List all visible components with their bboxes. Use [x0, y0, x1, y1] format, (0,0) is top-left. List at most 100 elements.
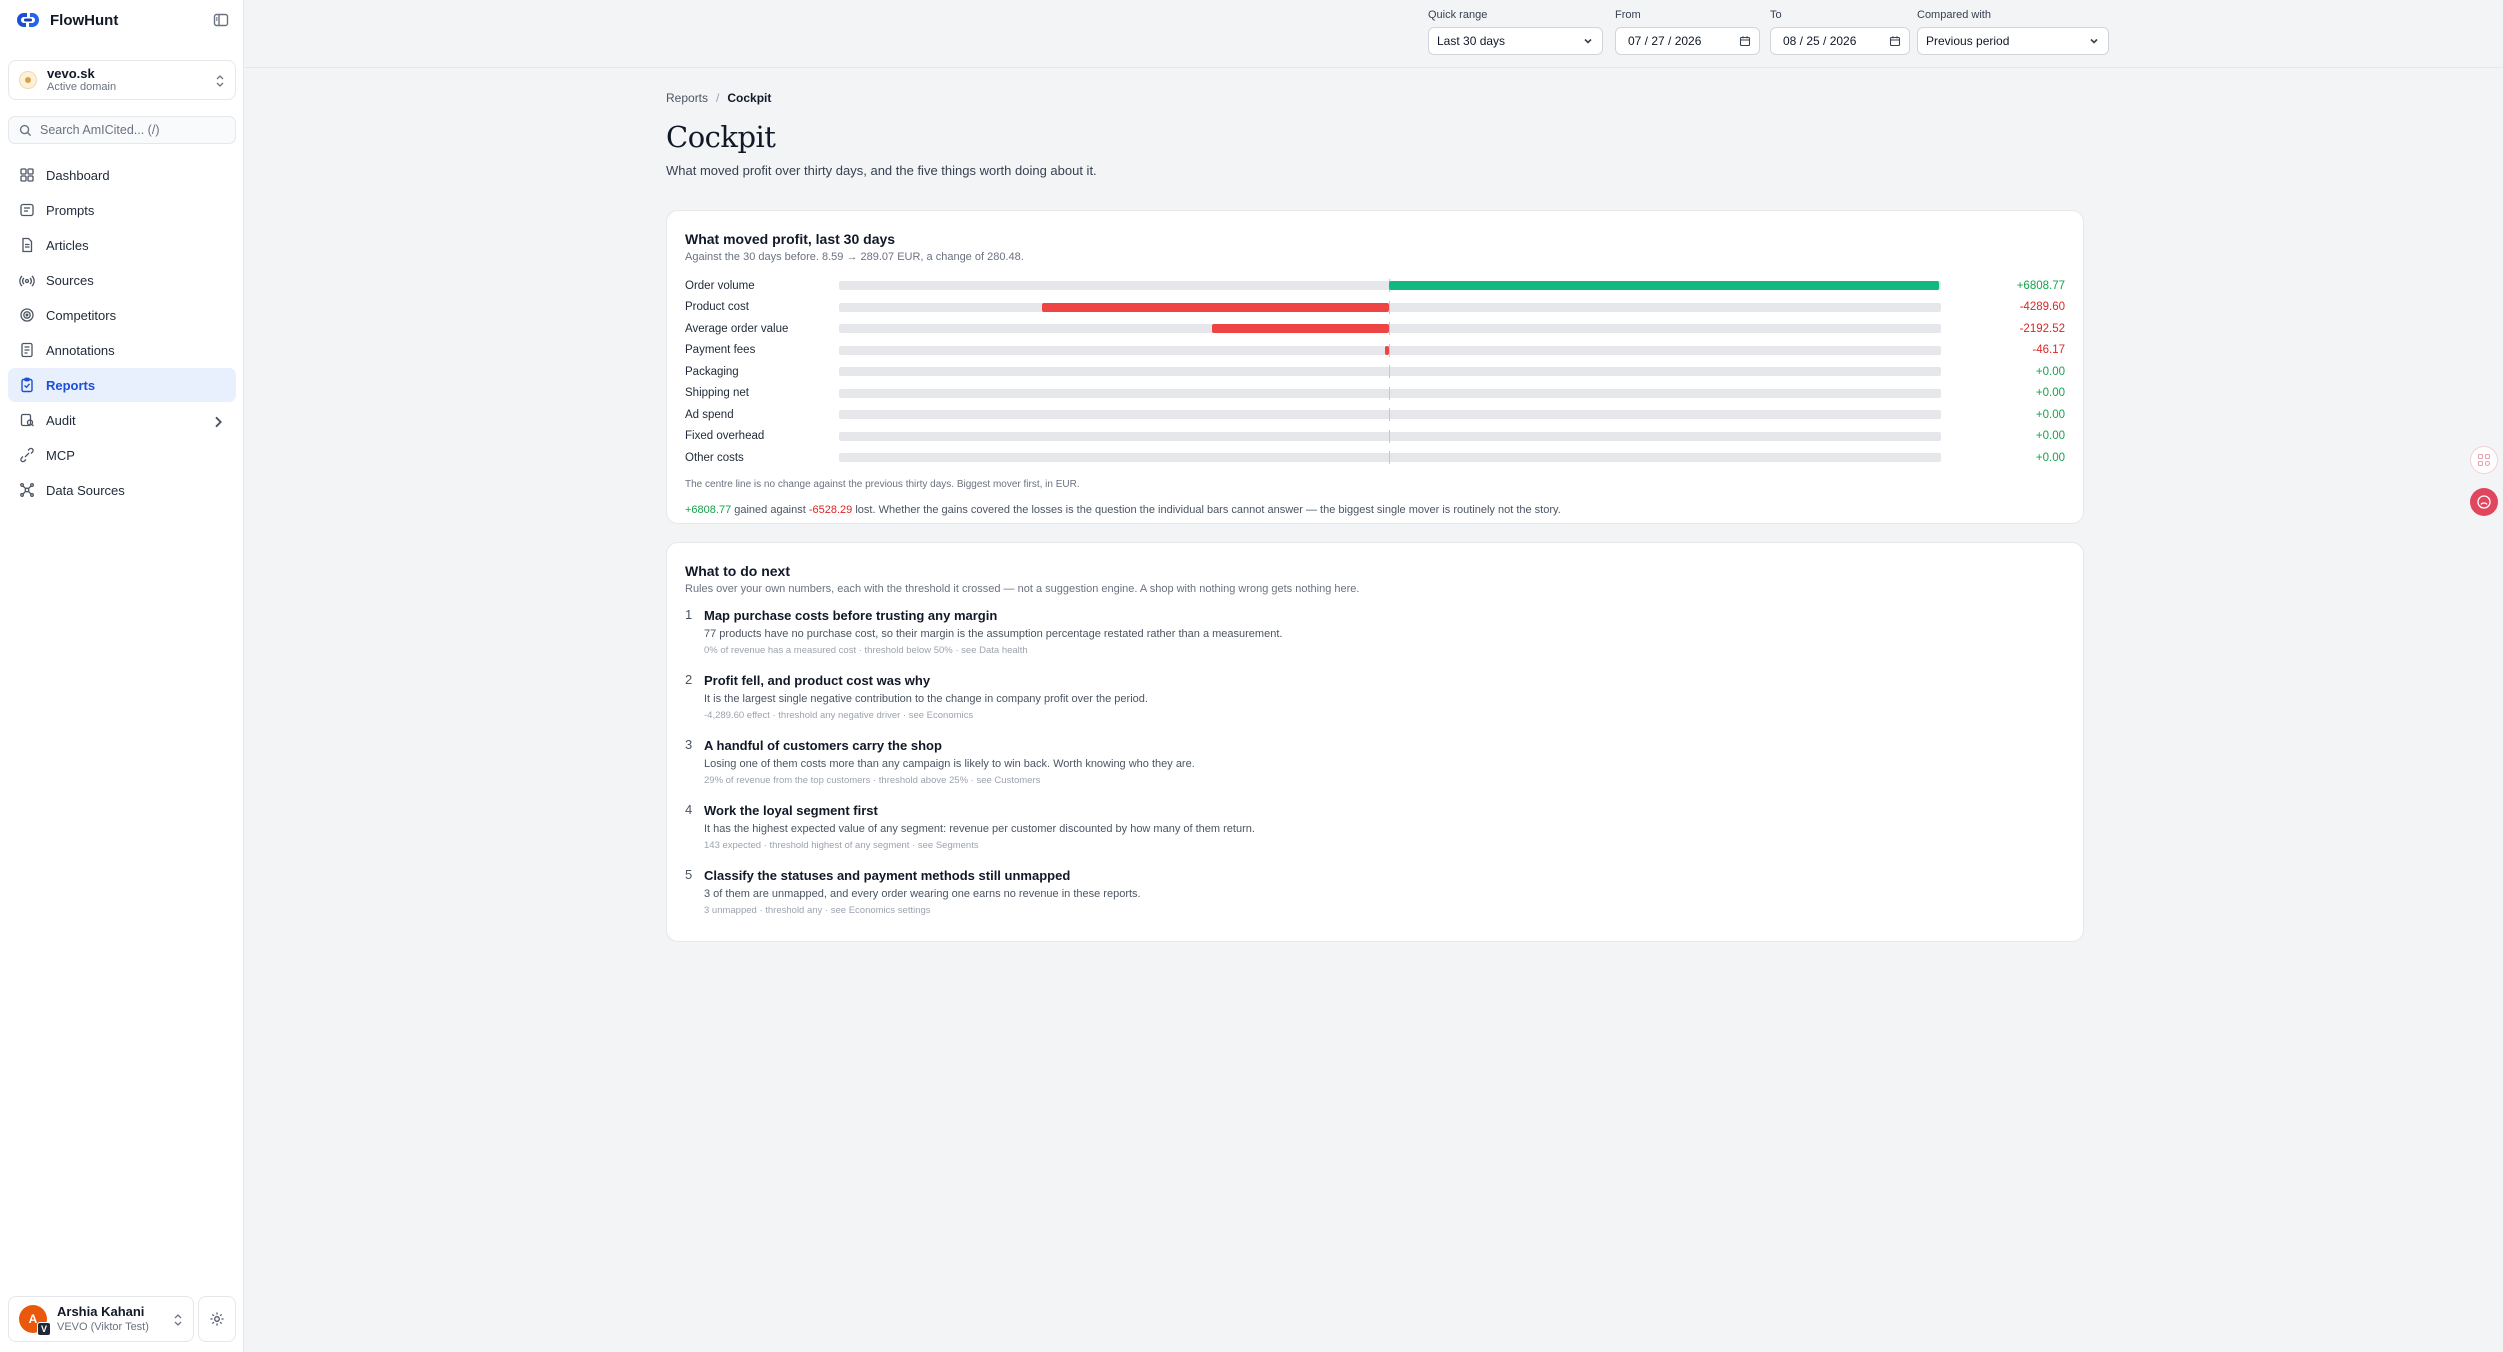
action-list: 1 Map purchase costs before trusting any … — [685, 607, 2065, 932]
sidebar-item-label: Sources — [46, 272, 94, 288]
lost-total: -6528.29 — [808, 503, 853, 516]
user-org: VEVO (Viktor Test) — [57, 1321, 149, 1333]
driver-value: -4289.60 — [2019, 301, 2065, 314]
summary-text-2: lost. Whether the gains covered the loss… — [852, 503, 1561, 516]
action-number: 4 — [685, 802, 693, 817]
sidebar-item-label: Reports — [46, 377, 96, 393]
action-number: 2 — [685, 672, 693, 687]
app-name: FlowHunt — [50, 11, 119, 29]
to-date-input[interactable]: 08 / 25 / 2026 — [1770, 27, 1910, 55]
dashboard-icon — [20, 168, 34, 182]
brand[interactable]: FlowHunt — [14, 8, 118, 32]
profit-driver-row: Other costs +0.00 — [685, 447, 2065, 469]
main-content: Reports / Cockpit Cockpit What moved pro… — [666, 90, 2084, 942]
action-meta[interactable]: 29% of revenue from the top customers · … — [704, 775, 2065, 786]
driver-value: +0.00 — [2035, 387, 2065, 400]
next-actions-card: What to do next Rules over your own numb… — [666, 542, 2084, 942]
search-input[interactable] — [40, 123, 230, 137]
driver-value: +0.00 — [2035, 408, 2065, 421]
sidebar-item-label: Competitors — [46, 307, 117, 323]
user-name: Arshia Kahani — [57, 1304, 145, 1319]
competitors-icon — [20, 308, 34, 322]
chevron-up-down-icon — [174, 1314, 182, 1326]
sidebar-item-label: MCP — [46, 447, 75, 463]
search-box[interactable] — [8, 116, 236, 144]
reports-icon — [21, 377, 33, 393]
driver-value: -46.17 — [2032, 344, 2065, 357]
calendar-icon[interactable] — [1739, 35, 1751, 47]
driver-label: Packaging — [685, 365, 739, 378]
breadcrumb-reports-link[interactable]: Reports — [666, 91, 708, 105]
calendar-icon[interactable] — [1889, 35, 1901, 47]
sources-icon — [19, 275, 35, 287]
profit-driver-row: Packaging +0.00 — [685, 361, 2065, 383]
action-meta[interactable]: -4,289.60 effect · threshold any negativ… — [704, 710, 2065, 721]
sidebar-toggle-icon[interactable] — [212, 11, 230, 29]
user-menu[interactable]: A V Arshia Kahani VEVO (Viktor Test) — [8, 1296, 194, 1342]
breadcrumb-current: Cockpit — [727, 91, 772, 105]
driver-value: +0.00 — [2035, 365, 2065, 378]
driver-bar-track — [839, 365, 1941, 379]
zero-line — [1389, 451, 1390, 465]
sidebar-item-prompts[interactable]: Prompts — [8, 193, 236, 227]
sidebar-item-articles[interactable]: Articles — [8, 228, 236, 262]
floating-assistant-button[interactable] — [2470, 488, 2498, 516]
zero-line — [1389, 386, 1390, 400]
apps-icon — [2477, 453, 2491, 467]
to-date-value: 08 / 25 / 2026 — [1783, 34, 1857, 48]
driver-bar-track — [839, 279, 1941, 293]
sidebar-item-data-sources[interactable]: Data Sources — [8, 473, 236, 507]
sidebar-item-competitors[interactable]: Competitors — [8, 298, 236, 332]
action-meta[interactable]: 143 expected · threshold highest of any … — [704, 840, 2065, 851]
domain-switcher[interactable]: vevo.sk Active domain — [8, 60, 236, 100]
profit-driver-chart: Order volume +6808.77 Product cost -4289.60… — [685, 275, 2065, 469]
driver-value: -2192.52 — [2019, 322, 2065, 335]
driver-label: Average order value — [685, 322, 789, 335]
sidebar-item-dashboard[interactable]: Dashboard — [8, 158, 236, 192]
from-date-value: 07 / 27 / 2026 — [1628, 34, 1702, 48]
driver-value: +0.00 — [2035, 451, 2065, 464]
driver-bar-track — [839, 451, 1941, 465]
compared-with-select[interactable]: Previous period — [1917, 27, 2109, 55]
sidebar-item-sources[interactable]: Sources — [8, 263, 236, 297]
avatar: A V — [19, 1305, 51, 1336]
sidebar-item-mcp[interactable]: MCP — [8, 438, 236, 472]
profit-driver-row: Shipping net +0.00 — [685, 383, 2065, 405]
sidebar-item-annotations[interactable]: Annotations — [8, 333, 236, 367]
action-item: 1 Map purchase costs before trusting any … — [685, 607, 2065, 672]
chevron-right-icon — [215, 416, 222, 428]
zero-line — [1389, 408, 1390, 422]
breadcrumb: Reports / Cockpit — [666, 90, 2084, 106]
action-number: 1 — [685, 607, 693, 622]
driver-value: +0.00 — [2035, 430, 2065, 443]
action-item: 4 Work the loyal segment first It has the … — [685, 802, 2065, 867]
sidebar-nav: Dashboard Prompts Articles Sources Compe… — [8, 158, 236, 508]
zero-line — [1389, 300, 1390, 314]
domain-name: vevo.sk — [47, 66, 95, 81]
domain-favicon-icon — [19, 71, 37, 89]
sidebar-item-reports[interactable]: Reports — [8, 368, 236, 402]
chevron-up-down-icon — [216, 75, 224, 87]
settings-button[interactable] — [198, 1296, 236, 1342]
action-meta[interactable]: 0% of revenue has a measured cost · thre… — [704, 645, 2065, 656]
driver-bar-track — [839, 300, 1941, 314]
quick-range-select[interactable]: Last 30 days — [1428, 27, 1603, 55]
gear-icon — [210, 1312, 224, 1326]
zero-line — [1389, 365, 1390, 379]
from-date-input[interactable]: 07 / 27 / 2026 — [1615, 27, 1760, 55]
action-meta[interactable]: 3 unmapped · threshold any · see Economi… — [704, 905, 2065, 916]
quick-range-filter: Quick range Last 30 days — [1428, 8, 1603, 55]
sidebar-item-audit[interactable]: Audit — [8, 403, 236, 437]
action-description: 3 of them are unmapped, and every order … — [704, 888, 1141, 900]
floating-widget-button[interactable] — [2470, 446, 2498, 474]
driver-bar-track — [839, 386, 1941, 400]
action-description: 77 products have no purchase cost, so th… — [704, 628, 1283, 640]
profit-driver-row: Ad spend +0.00 — [685, 404, 2065, 426]
action-description: It has the highest expected value of any… — [704, 823, 1255, 835]
action-description: It is the largest single negative contri… — [704, 693, 1148, 705]
assistant-icon — [2477, 495, 2491, 509]
action-item: 3 A handful of customers carry the shop Lo… — [685, 737, 2065, 802]
page-subtitle: What moved profit over thirty days, and … — [666, 163, 1097, 178]
profit-driver-row: Order volume +6808.77 — [685, 275, 2065, 297]
driver-bar-track — [839, 322, 1941, 336]
